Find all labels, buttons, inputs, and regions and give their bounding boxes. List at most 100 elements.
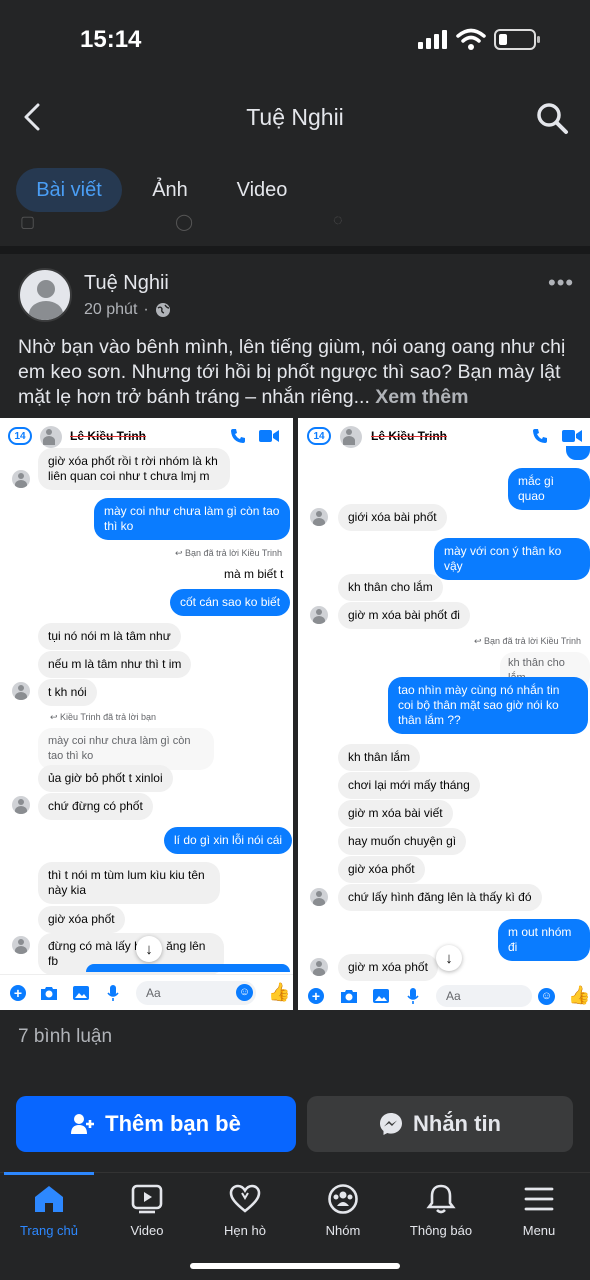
msg-in: giờ m xóa phốt <box>338 954 438 981</box>
msg-in: giới xóa bài phốt <box>338 504 447 531</box>
chat-screenshot-right[interactable]: 14 Lê Kiều Trinh mắc gì quao giới xóa bà… <box>298 418 590 1010</box>
msg-in: hay muốn chuyện gì <box>338 828 467 855</box>
unread-badge: 14 <box>307 427 331 445</box>
active-tab-indicator <box>4 1172 94 1175</box>
signal-icon <box>418 30 447 49</box>
sender-avatar <box>310 606 328 624</box>
bell-icon <box>426 1184 456 1214</box>
message-input: Aa <box>436 985 532 1007</box>
section-divider <box>0 246 590 254</box>
msg-in: chứ lấy hình đăng lên là thấy kì đó <box>338 884 542 911</box>
emoji-icon: ☺ <box>538 988 555 1005</box>
reply-note-text: Bạn đã trả lời Kiều Trinh <box>484 636 581 646</box>
msg-in-part: đừng có mà lấy h <box>48 939 141 953</box>
composer-bar: + Aa ☺ 👍 <box>298 984 590 1010</box>
phone-icon <box>533 429 547 443</box>
sender-avatar <box>310 888 328 906</box>
nav-label: Menu <box>522 1223 556 1238</box>
add-friend-button[interactable]: Thêm bạn bè <box>16 1096 296 1152</box>
nav-video[interactable]: Video <box>98 1184 196 1238</box>
mic-icon <box>107 985 119 1001</box>
groups-icon <box>328 1184 358 1214</box>
like-icon: 👍 <box>268 982 291 1002</box>
msg-out: mắc gì quao <box>508 468 590 510</box>
sender-avatar <box>12 682 30 700</box>
add-friend-label: Thêm bạn bè <box>105 1111 241 1136</box>
msg-in: giờ xóa phốt <box>338 856 425 883</box>
msg-in: kh thân lắm <box>338 744 421 771</box>
nav-label: Thông báo <box>409 1223 473 1238</box>
heart-icon <box>229 1184 261 1213</box>
like-icon: 👍 <box>568 985 590 1005</box>
gallery-icon <box>73 986 89 1000</box>
contact-avatar <box>340 426 362 448</box>
msg-in: t kh nói <box>38 679 97 706</box>
post-text: Nhờ bạn vào bênh mình, lên tiếng giùm, n… <box>18 335 578 410</box>
unread-badge: 14 <box>8 427 32 445</box>
composer-bar: + Aa ☺ 👍 <box>0 974 293 1010</box>
msg-in: nếu m là tâm như thì t im <box>38 651 192 678</box>
msg-in: chứ đừng có phốt <box>38 793 153 820</box>
video-call-icon <box>259 430 279 442</box>
msg-out: m out nhóm đi <box>498 919 590 961</box>
messenger-icon <box>380 1113 402 1135</box>
status-bar: 15:14 <box>0 0 590 80</box>
msg-in: giờ xóa phốt <box>38 906 125 933</box>
msg-out: mày coi như chưa làm gì còn tao thì ko <box>94 498 290 540</box>
gallery-icon <box>373 989 389 1003</box>
emoji-icon: ☺ <box>236 984 253 1001</box>
sender-avatar <box>12 936 30 954</box>
nav-label: Nhóm <box>325 1223 361 1238</box>
contact-avatar <box>40 426 62 448</box>
chat-screenshot-left[interactable]: 14 Lê Kiều Trinh giờ xóa phốt rồi t rời … <box>0 418 293 1010</box>
search-icon[interactable] <box>534 100 570 136</box>
video-icon <box>131 1184 163 1214</box>
wifi-icon <box>456 28 486 50</box>
previous-post-actions: ▢ ◯ ◌ <box>20 212 343 231</box>
comments-count[interactable]: 7 bình luận <box>18 1026 112 1048</box>
post-author[interactable]: Tuệ Nghii <box>84 272 169 295</box>
see-more-link[interactable]: Xem thêm <box>375 386 468 408</box>
sender-avatar <box>310 508 328 526</box>
post-time: 20 phút <box>84 301 138 318</box>
contact-name: Lê Kiều Trinh <box>70 429 147 443</box>
message-button[interactable]: Nhắn tin <box>307 1096 573 1152</box>
reply-note-text: Bạn đã trả lời Kiều Trinh <box>185 548 282 558</box>
msg-out-partial <box>566 446 590 460</box>
nav-dating[interactable]: Hẹn hò <box>196 1184 294 1238</box>
msg-out: cốt cán sao ko biết <box>170 589 291 616</box>
reply-note: ↩ Kiều Trinh đã trả lời bạn <box>50 712 157 722</box>
message-label: Nhắn tin <box>413 1111 501 1136</box>
add-friend-icon <box>71 1114 95 1134</box>
nav-home[interactable]: Trang chủ <box>0 1184 98 1238</box>
author-avatar[interactable] <box>18 268 72 322</box>
msg-in: giờ m xóa bài viết <box>338 800 453 827</box>
msg-in: giờ m xóa bài phốt đi <box>338 602 470 629</box>
msg-in: kh thân cho lắm <box>338 574 443 601</box>
video-call-icon <box>562 430 582 442</box>
sender-avatar <box>12 470 30 488</box>
tab-videos[interactable]: Video <box>226 168 298 212</box>
post-meta: 20 phút · <box>84 301 171 319</box>
nav-label: Hẹn hò <box>224 1223 266 1238</box>
reply-note: ↩ Bạn đã trả lời Kiều Trinh <box>175 548 282 558</box>
quoted-msg: mày coi như chưa làm gì còn tao thì ko <box>38 728 214 770</box>
nav-notifications[interactable]: Thông báo <box>392 1184 490 1238</box>
battery-icon <box>494 29 540 50</box>
sender-avatar <box>310 958 328 976</box>
contact-name: Lê Kiều Trinh <box>371 429 448 443</box>
nav-groups[interactable]: Nhóm <box>294 1184 392 1238</box>
msg-in: giờ xóa phốt rồi t rời nhóm là kh liên q… <box>38 448 230 490</box>
more-options-icon[interactable]: ••• <box>548 270 574 296</box>
tab-posts[interactable]: Bài viết <box>16 168 122 212</box>
reply-note: ↩ Bạn đã trả lời Kiều Trinh <box>474 636 581 646</box>
nav-menu[interactable]: Menu <box>490 1184 588 1238</box>
scroll-down-icon: ↓ <box>436 945 462 971</box>
msg-in: tụi nó nói m là tâm như <box>38 623 181 650</box>
msg-out: lí do gì xin lỗi nói cái <box>164 827 293 854</box>
page-title: Tuệ Nghii <box>246 104 344 130</box>
tab-photos[interactable]: Ảnh <box>140 168 200 212</box>
nav-label: Video <box>130 1223 164 1238</box>
nav-label: Trang chủ <box>19 1223 79 1238</box>
msg-out-partial <box>86 964 290 972</box>
